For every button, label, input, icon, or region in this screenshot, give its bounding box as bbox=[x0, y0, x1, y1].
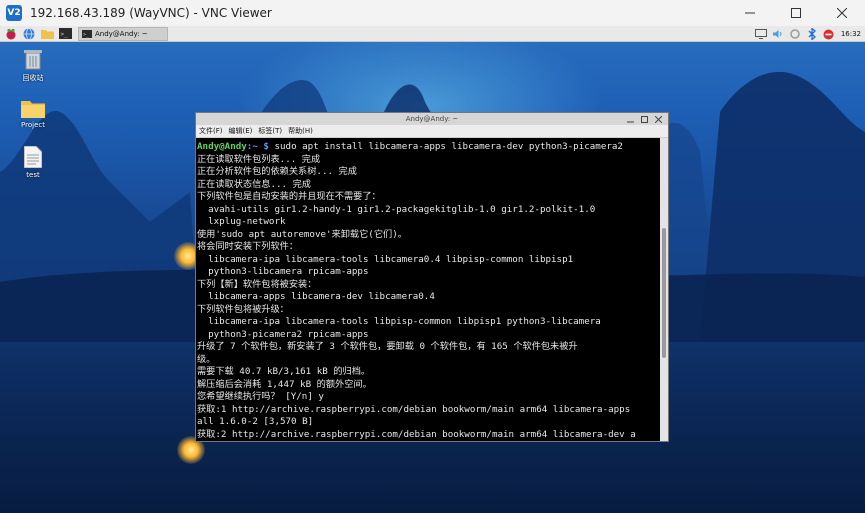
minimize-icon bbox=[745, 12, 755, 14]
terminal-line: 下列【新】软件包将被安装： bbox=[197, 278, 317, 290]
terminal-line: 正在读取软件包列表... 完成 bbox=[197, 153, 321, 165]
prompt-path: :~ $ bbox=[246, 141, 269, 152]
raspberry-menu-icon[interactable] bbox=[4, 28, 18, 40]
terminal-output[interactable]: Andy@Andy:~ $ sudo apt install libcamera… bbox=[196, 138, 660, 441]
desktop-icon-trash[interactable]: 回收站 bbox=[8, 48, 58, 83]
terminal-icon[interactable]: >_ bbox=[58, 28, 72, 40]
desktop-icon-label: test bbox=[26, 171, 40, 179]
close-icon bbox=[837, 8, 847, 18]
desktop-icon-label: 回收站 bbox=[22, 74, 44, 82]
terminal-command-line: Andy@Andy:~ $ sudo apt install libcamera… bbox=[197, 141, 660, 154]
terminal-line: 正在读取状态信息... 完成 bbox=[197, 178, 311, 190]
taskbar-panel: >_ >_ Andy@Andy: ~ 16:32 bbox=[0, 26, 865, 42]
desktop-icon-test[interactable]: test bbox=[8, 146, 58, 179]
terminal-line: 解压缩后会消耗 1,447 kB 的额外空间。 bbox=[197, 378, 372, 390]
svg-text:>_: >_ bbox=[83, 32, 90, 38]
terminal-line: 级。 bbox=[197, 353, 216, 365]
prompt-user: Andy@Andy bbox=[197, 141, 247, 152]
terminal-line: libcamera-apps libcamera-dev libcamera0.… bbox=[197, 291, 435, 302]
svg-text:>_: >_ bbox=[60, 31, 68, 38]
maximize-button[interactable] bbox=[773, 0, 819, 26]
terminal-close-button[interactable] bbox=[651, 114, 665, 124]
terminal-line: 获取:1 http://archive.raspberrypi.com/debi… bbox=[197, 403, 631, 415]
bluetooth-icon[interactable] bbox=[806, 28, 818, 40]
file-icon bbox=[24, 146, 42, 168]
command-text: sudo apt install libcamera-apps libcamer… bbox=[268, 141, 623, 152]
folder-icon bbox=[21, 101, 45, 118]
terminal-window[interactable]: Andy@Andy: ~ 文件(F) 编辑(E) 标签(T) 帮助(H) And… bbox=[195, 112, 669, 442]
desktop-icon-label: Project bbox=[21, 121, 45, 129]
volume-icon[interactable] bbox=[772, 28, 784, 40]
terminal-line: libcamera-ipa libcamera-tools libcamera0… bbox=[197, 253, 574, 265]
terminal-scrollbar[interactable] bbox=[660, 138, 668, 441]
file-manager-icon[interactable] bbox=[40, 28, 54, 40]
terminal-line: 升级了 7 个软件包，新安装了 3 个软件包，要卸载 0 个软件包，有 165 … bbox=[197, 341, 578, 352]
terminal-scrollbar-thumb[interactable] bbox=[662, 228, 666, 358]
window-title: 192.168.43.189 (WayVNC) - VNC Viewer bbox=[30, 6, 272, 20]
display-icon[interactable] bbox=[754, 28, 767, 40]
terminal-line: 您希望继续执行吗？ [Y/n] y bbox=[197, 391, 324, 402]
panel-clock: 16:32 bbox=[840, 30, 861, 38]
terminal-line: 获取:2 http://archive.raspberrypi.com/debi… bbox=[197, 428, 636, 440]
taskbar-terminal-label: Andy@Andy: ~ bbox=[95, 29, 148, 38]
browser-icon[interactable] bbox=[22, 27, 36, 40]
close-button[interactable] bbox=[819, 0, 865, 26]
desktop-icon-project[interactable]: Project bbox=[8, 98, 58, 129]
network-icon[interactable] bbox=[789, 28, 801, 40]
terminal-line: python3-picamera2 rpicam-apps bbox=[197, 328, 369, 340]
maximize-icon bbox=[791, 8, 801, 18]
terminal-maximize-button[interactable] bbox=[637, 114, 651, 124]
terminal-line: 使用'sudo apt autoremove'来卸载它(它们)。 bbox=[197, 228, 407, 240]
maximize-icon bbox=[640, 115, 648, 123]
window-controls bbox=[727, 0, 865, 26]
terminal-line: 将会同时安装下列软件： bbox=[197, 241, 299, 252]
menu-file[interactable]: 文件(F) bbox=[199, 126, 223, 136]
terminal-output-lines: 正在读取软件包列表... 完成 正在分析软件包的依赖关系树... 完成 正在读取状态… bbox=[197, 154, 660, 442]
terminal-line: 需要下载 40.7 kB/3,161 kB 的归档。 bbox=[197, 366, 371, 377]
terminal-line: 下列软件包将被升级： bbox=[197, 303, 289, 315]
system-tray: 16:32 bbox=[750, 27, 861, 41]
terminal-controls bbox=[623, 114, 665, 124]
taskbar-terminal-button[interactable]: >_ Andy@Andy: ~ bbox=[78, 26, 168, 41]
menu-edit[interactable]: 编辑(E) bbox=[229, 126, 253, 136]
terminal-line: lxplug-network bbox=[197, 216, 286, 227]
menu-tabs[interactable]: 标签(T) bbox=[258, 126, 282, 136]
close-icon bbox=[654, 115, 662, 123]
terminal-icon: >_ bbox=[82, 29, 92, 38]
menu-help[interactable]: 帮助(H) bbox=[288, 126, 313, 136]
terminal-line: python3-libcamera rpicam-apps bbox=[197, 266, 369, 277]
terminal-line: avahi-utils gir1.2-handy-1 gir1.2-packag… bbox=[197, 203, 596, 215]
minimize-button[interactable] bbox=[727, 0, 773, 26]
terminal-line: all 1.6.0-2 [3,570 B] bbox=[197, 416, 314, 427]
vnc-viewer-app-icon: V2 bbox=[6, 5, 22, 21]
terminal-title: Andy@Andy: ~ bbox=[405, 115, 459, 123]
window-titlebar: V2 192.168.43.189 (WayVNC) - VNC Viewer bbox=[0, 0, 865, 26]
terminal-titlebar[interactable]: Andy@Andy: ~ bbox=[196, 113, 668, 125]
terminal-line: 正在分析软件包的依赖关系树... 完成 bbox=[197, 166, 357, 177]
stop-icon[interactable] bbox=[823, 28, 835, 40]
terminal-line: 下列软件包是自动安装的并且现在不需要了： bbox=[197, 191, 381, 202]
terminal-line: libcamera-ipa libcamera-tools libpisp-co… bbox=[197, 316, 601, 327]
minimize-icon bbox=[626, 121, 634, 122]
terminal-minimize-button[interactable] bbox=[623, 114, 637, 124]
trash-icon bbox=[24, 50, 42, 70]
terminal-menubar: 文件(F) 编辑(E) 标签(T) 帮助(H) bbox=[196, 125, 668, 138]
